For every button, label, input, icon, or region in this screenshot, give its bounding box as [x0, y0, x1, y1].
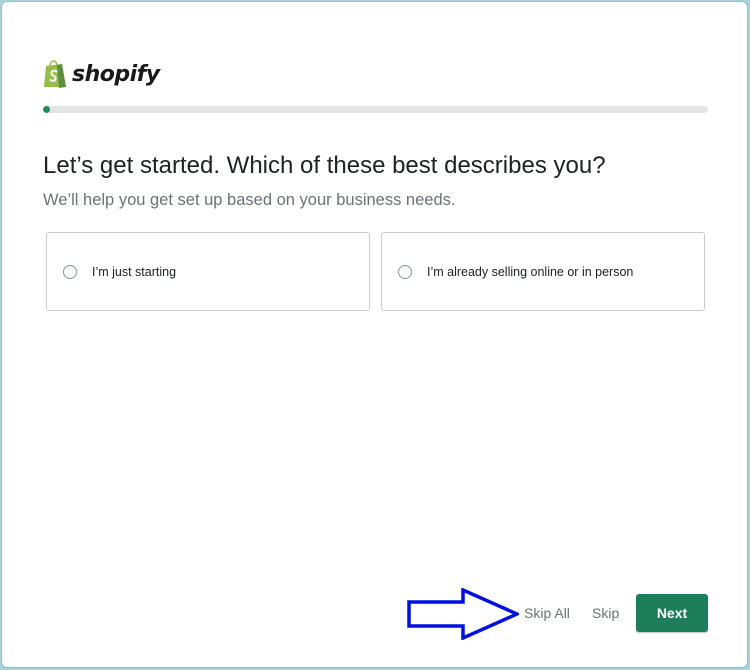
radio-button[interactable] — [63, 264, 77, 279]
next-button[interactable]: Next — [636, 594, 708, 632]
option-label: I’m already selling online or in person — [427, 264, 634, 279]
progress-bar — [43, 106, 708, 113]
blue-arrow-icon — [407, 588, 519, 640]
setup-dialog: shopify Let’s get started. Which of thes… — [1, 1, 748, 668]
option-label: I’m just starting — [92, 264, 177, 279]
skip-button[interactable]: Skip — [592, 605, 619, 621]
page-subtitle: We’ll help you get set up based on your … — [43, 191, 456, 209]
option-already-selling[interactable]: I’m already selling online or in person — [381, 232, 705, 311]
progress-fill — [43, 106, 50, 113]
radio-button[interactable] — [398, 264, 412, 279]
shopify-bag-icon — [44, 60, 66, 88]
option-just-starting[interactable]: I’m just starting — [46, 232, 370, 311]
shopify-logo: shopify — [42, 57, 160, 91]
page-title: Let’s get started. Which of these best d… — [43, 152, 606, 179]
logo-wordmark: shopify — [72, 61, 160, 87]
skip-all-button[interactable]: Skip All — [524, 605, 570, 621]
